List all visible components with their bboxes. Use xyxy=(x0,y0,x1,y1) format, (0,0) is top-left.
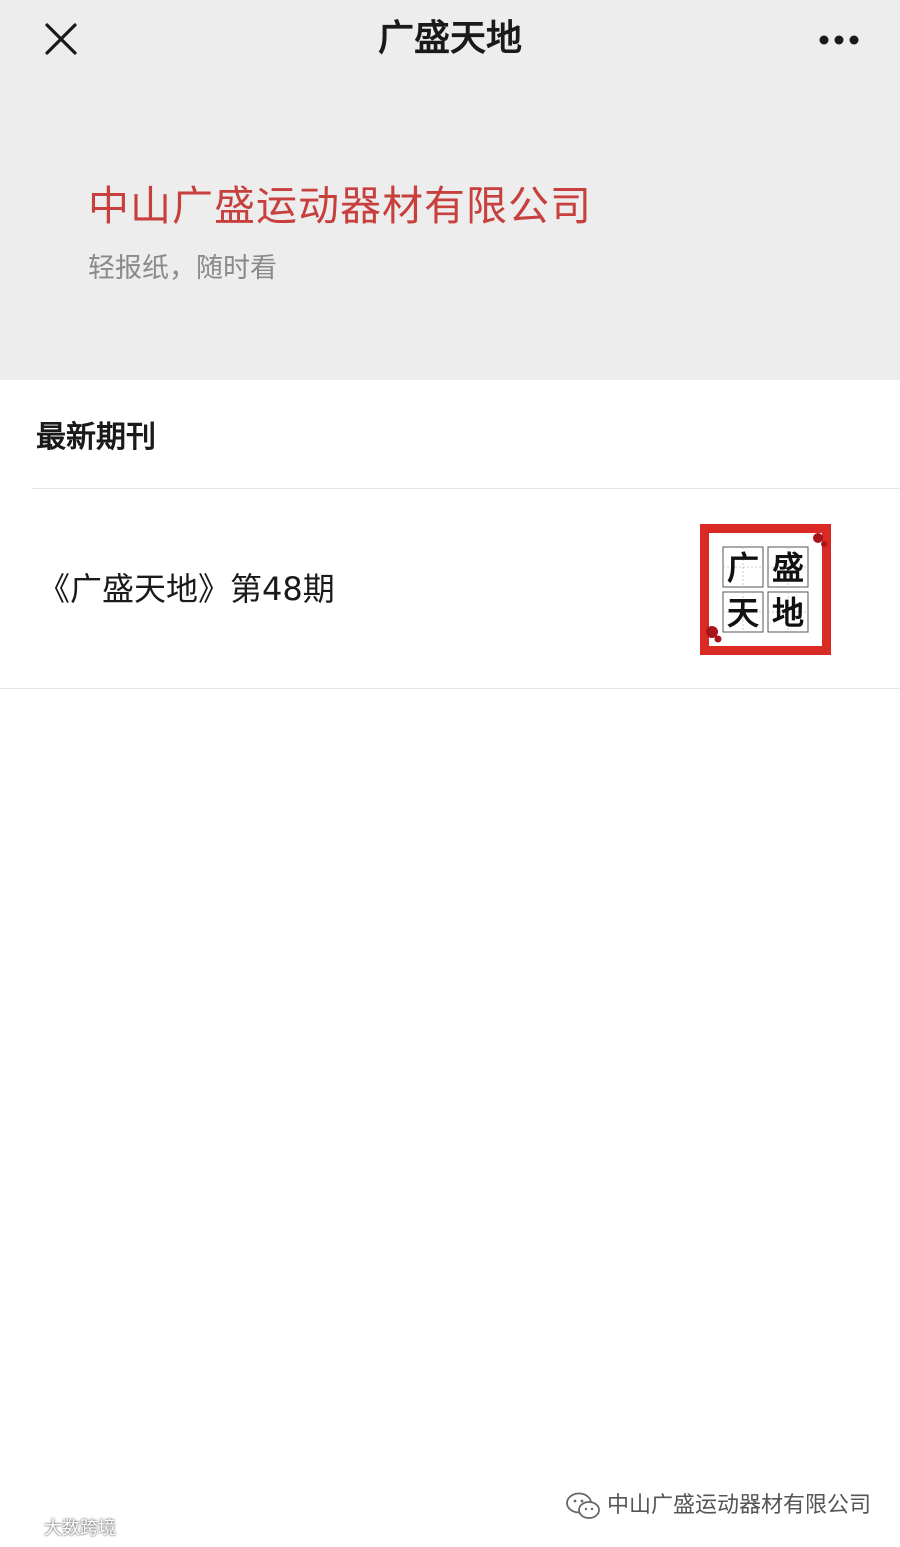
issue-thumbnail[interactable]: 广 盛 天 地 xyxy=(700,524,831,655)
divider xyxy=(0,688,900,689)
section-title-latest: 最新期刊 xyxy=(36,420,156,455)
thumb-char-4: 地 xyxy=(772,594,804,632)
watermark-text: 大数跨境 xyxy=(44,1518,116,1539)
more-button[interactable] xyxy=(812,24,870,56)
issue-list-item[interactable]: 《广盛天地》第48期 广 盛 天 地 xyxy=(0,489,900,688)
account-name: 中山广盛运动器材有限公司 xyxy=(88,182,592,230)
account-slogan: 轻报纸，随时看 xyxy=(88,253,277,284)
source-name: 中山广盛运动器材有限公司 xyxy=(607,1493,872,1518)
source-attribution: 中山广盛运动器材有限公司 xyxy=(565,1488,871,1524)
more-icon xyxy=(819,35,859,45)
thumb-char-2: 盛 xyxy=(772,549,804,587)
page-title: 广盛天地 xyxy=(377,18,522,59)
thumb-char-3: 天 xyxy=(727,594,759,632)
thumbnail-artwork: 广 盛 天 地 xyxy=(700,524,831,655)
issue-title: 《广盛天地》第48期 xyxy=(38,570,335,608)
wechat-icon xyxy=(566,1492,600,1519)
watermark: 大数跨境 xyxy=(6,1516,116,1542)
profile-header: 广盛天地 中山广盛运动器材有限公司 轻报纸，随时看 xyxy=(0,0,900,380)
thumb-char-1: 广 xyxy=(727,549,759,587)
watermark-logo-icon xyxy=(9,1519,41,1539)
